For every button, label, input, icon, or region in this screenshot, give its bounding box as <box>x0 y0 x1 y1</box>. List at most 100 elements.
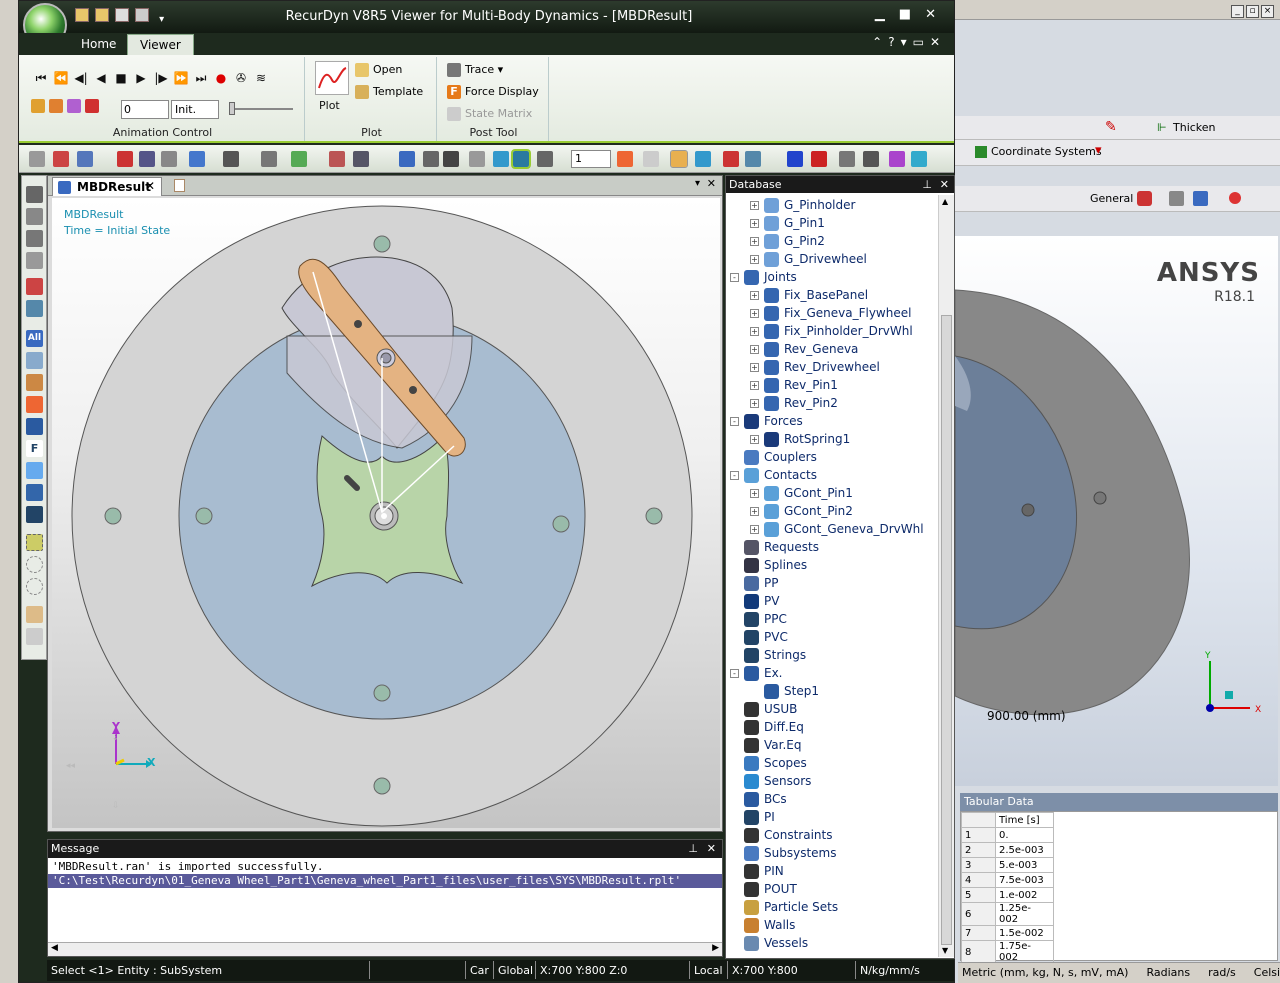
measure-icon[interactable] <box>839 151 855 167</box>
joint-filter-icon[interactable] <box>26 374 43 391</box>
tree-item[interactable]: POUT <box>730 880 797 898</box>
zoom-icon[interactable] <box>77 151 93 167</box>
collapse-icon[interactable]: - <box>730 471 739 480</box>
message-line-selected[interactable]: 'C:\Test\Recurdyn\01_Geneva Wheel_Part1\… <box>48 874 722 888</box>
tree-item[interactable]: - Joints <box>730 268 797 286</box>
graphics-icon[interactable] <box>889 151 905 167</box>
trace-button[interactable]: Trace ▾ <box>447 63 503 77</box>
play-back-icon[interactable]: ◀ <box>91 69 111 87</box>
axis-icon[interactable] <box>139 151 155 167</box>
coordinate-icon[interactable] <box>423 151 439 167</box>
list-icon[interactable] <box>353 151 369 167</box>
effect-icon[interactable] <box>911 151 927 167</box>
3d-viewport[interactable]: MBDResult Time = Initial State ⇣ ◂◂ ⇩ X … <box>52 198 720 828</box>
collapse-icon[interactable]: - <box>730 417 739 426</box>
step-back-icon[interactable]: ◀| <box>71 69 91 87</box>
tree-item[interactable]: + G_Pin1 <box>750 214 825 232</box>
sphere-filter-icon[interactable] <box>26 462 43 479</box>
table-row[interactable]: 1 0. <box>961 827 1054 843</box>
reset-icon[interactable] <box>85 99 99 113</box>
close-icon[interactable]: × <box>1261 5 1274 18</box>
record-icon[interactable]: ● <box>211 69 231 87</box>
tab-list-icon[interactable]: ▾ <box>695 178 700 189</box>
tree-item[interactable]: - Contacts <box>730 466 817 484</box>
box-select-icon[interactable] <box>26 534 43 551</box>
tree-item[interactable]: - Forces <box>730 412 803 430</box>
surface-icon[interactable] <box>695 151 711 167</box>
tree-item[interactable]: + G_Drivewheel <box>750 250 867 268</box>
expand-icon[interactable]: + <box>750 309 759 318</box>
contact-filter-icon[interactable] <box>26 418 43 435</box>
collapse-icon[interactable]: - <box>730 669 739 678</box>
expand-icon[interactable]: + <box>750 345 759 354</box>
marker-filter-icon[interactable] <box>26 484 43 501</box>
expand-icon[interactable]: + <box>750 237 759 246</box>
new-document-icon[interactable] <box>174 179 185 192</box>
fast-rewind-icon[interactable]: ⏪ <box>51 69 71 87</box>
layers-icon[interactable] <box>26 628 43 645</box>
qat-dropdown-icon[interactable]: ▾ <box>159 14 164 25</box>
open-button[interactable]: Open <box>355 63 402 77</box>
expand-icon[interactable]: + <box>750 489 759 498</box>
plot-icon[interactable] <box>315 61 349 95</box>
force-f-icon[interactable]: F <box>26 440 43 457</box>
tree-item[interactable]: Walls <box>730 916 795 934</box>
color-icon[interactable] <box>723 151 739 167</box>
expand-icon[interactable]: + <box>750 327 759 336</box>
view-box-icon[interactable] <box>261 151 277 167</box>
xy-view-icon[interactable] <box>291 151 307 167</box>
all-filter-icon[interactable]: All <box>26 330 43 347</box>
filter-icon[interactable] <box>26 278 43 295</box>
stop-icon[interactable]: ■ <box>111 69 131 87</box>
tree-item[interactable]: Splines <box>730 556 807 574</box>
tree-item[interactable]: Particle Sets <box>730 898 838 916</box>
capture-icon[interactable] <box>67 99 81 113</box>
edit-icon[interactable] <box>1169 191 1184 206</box>
tree-item[interactable]: + G_Pinholder <box>750 196 855 214</box>
ansys-window-controls[interactable]: _ ▫ × <box>1229 3 1274 18</box>
pin-icon[interactable]: ✎ <box>1105 119 1117 135</box>
angle-unit[interactable]: Radians <box>1146 966 1190 979</box>
tree-item[interactable]: Constraints <box>730 826 832 844</box>
box-icon[interactable] <box>161 151 177 167</box>
expand-icon[interactable]: + <box>750 291 759 300</box>
vertical-scrollbar[interactable]: ▲ ▼ <box>938 195 954 957</box>
grid-icon[interactable] <box>399 151 415 167</box>
pin-icon[interactable]: ⊥ <box>688 840 698 858</box>
save-icon[interactable] <box>95 8 109 22</box>
tree-item[interactable]: + Fix_Geneva_Flywheel <box>750 304 911 322</box>
lasso-select-icon[interactable] <box>26 578 43 595</box>
tree-item[interactable]: Couplers <box>730 448 817 466</box>
coordinate-systems-button[interactable]: Coordinate Systems <box>991 145 1102 158</box>
expand-icon[interactable]: + <box>750 507 759 516</box>
wireframe-icon[interactable] <box>469 151 485 167</box>
close-icon[interactable]: ✕ <box>925 7 950 22</box>
animation-setting-icon[interactable] <box>49 99 63 113</box>
body-icon[interactable] <box>670 150 688 168</box>
fast-forward-icon[interactable]: ⏩ <box>171 69 191 87</box>
table-icon[interactable] <box>1193 191 1208 206</box>
table-row[interactable]: 6 1.25e-002 <box>961 902 1054 926</box>
tree-item[interactable]: + G_Pin2 <box>750 232 825 250</box>
unit-status[interactable]: N/kg/mm/s <box>855 961 935 979</box>
close-icon[interactable]: ✕ <box>940 176 949 193</box>
camera-icon[interactable] <box>223 151 239 167</box>
force-display-button[interactable]: F Force Display <box>447 85 539 99</box>
pan-icon[interactable] <box>29 151 45 167</box>
local-toggle[interactable]: Local <box>689 961 727 979</box>
expand-icon[interactable]: + <box>750 399 759 408</box>
horizontal-scrollbar[interactable]: ◀ ▶ <box>48 942 722 956</box>
select-rect-icon[interactable] <box>26 208 43 225</box>
table-row[interactable]: 4 7.5e-003 <box>961 872 1054 888</box>
expand-icon[interactable]: + <box>750 363 759 372</box>
marker-icon[interactable] <box>329 151 345 167</box>
step-forward-icon[interactable]: |▶ <box>151 69 171 87</box>
table-row[interactable]: 3 5.e-003 <box>961 857 1054 873</box>
force-filter-icon[interactable] <box>26 396 43 413</box>
expand-icon[interactable]: + <box>750 525 759 534</box>
record-icon[interactable] <box>1229 192 1241 204</box>
tree-item[interactable]: PVC <box>730 628 788 646</box>
tree-item[interactable]: PI <box>730 808 775 826</box>
scrollbar-thumb[interactable] <box>941 315 952 945</box>
shaded-edges-icon[interactable] <box>511 149 531 169</box>
